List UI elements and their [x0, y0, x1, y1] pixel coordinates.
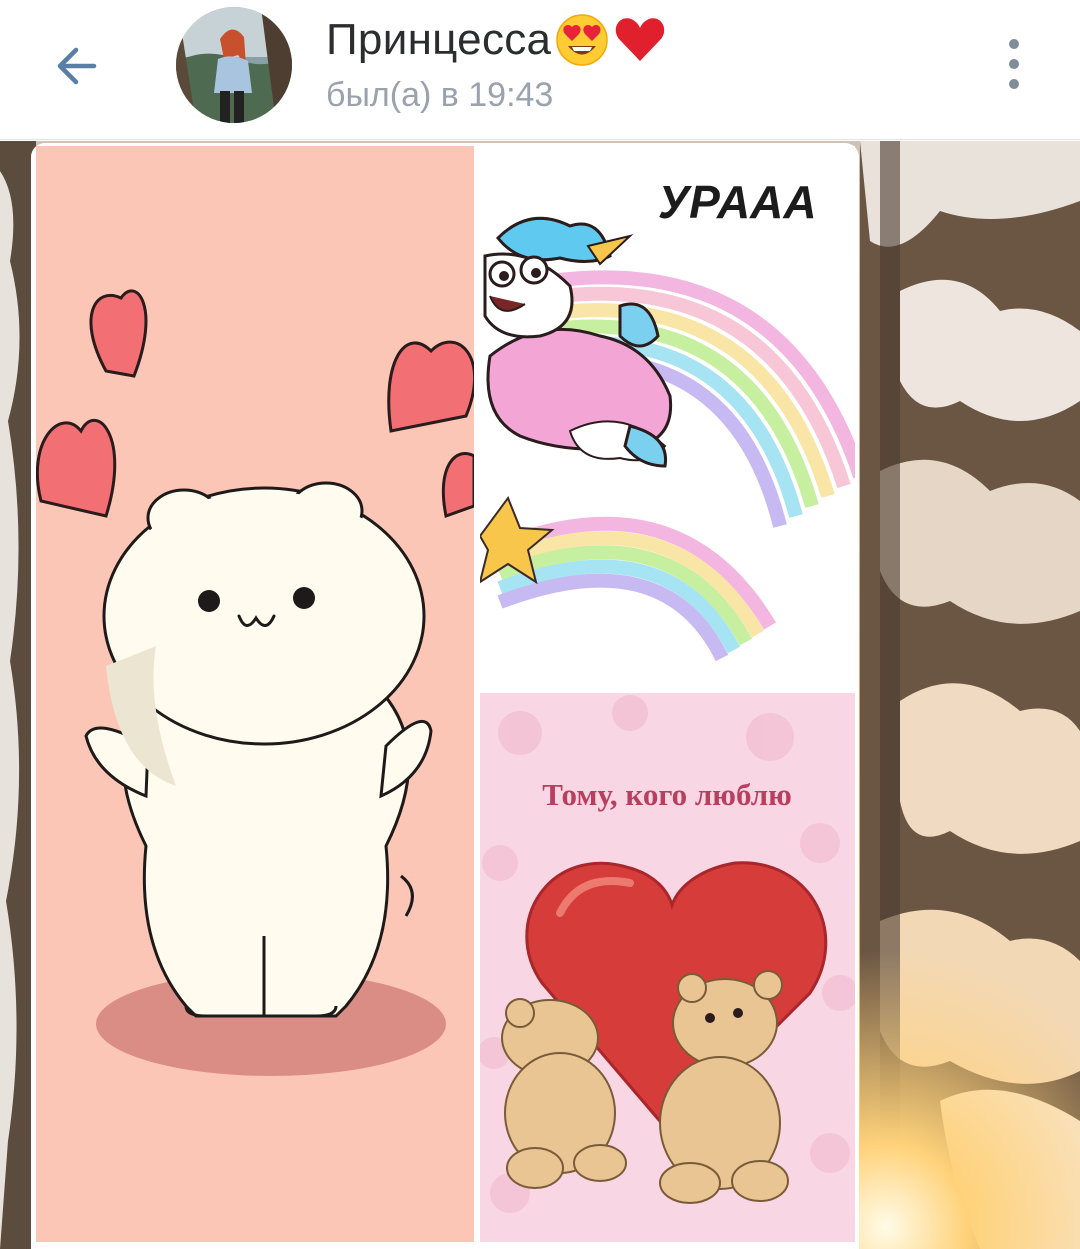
photo-bear-hearts[interactable]	[36, 146, 474, 1242]
red-heart-icon	[616, 18, 665, 61]
love-card-caption: Тому, кого люблю	[542, 777, 792, 812]
contact-title[interactable]: Принцесса	[326, 10, 667, 70]
contact-name: Принцесса	[326, 15, 552, 64]
photo-unicorn-rainbow[interactable]: УРААА	[480, 146, 855, 687]
back-button[interactable]	[46, 36, 106, 96]
arrow-left-icon	[57, 47, 97, 85]
contact-avatar[interactable]	[176, 7, 292, 123]
heart-eyes-emoji-icon	[556, 14, 609, 66]
unicorn-caption: УРААА	[658, 176, 817, 228]
chat-header: Принцесса был(а) в 19:43	[0, 0, 1080, 140]
last-seen-status: был(а) в 19:43	[326, 76, 554, 114]
more-options-button[interactable]	[986, 32, 1042, 96]
message-photo-album: УРААА Тому, кого люблю	[31, 143, 859, 1249]
photo-love-card[interactable]: Тому, кого люблю	[480, 693, 855, 1242]
vertical-dots-icon	[1009, 39, 1019, 89]
